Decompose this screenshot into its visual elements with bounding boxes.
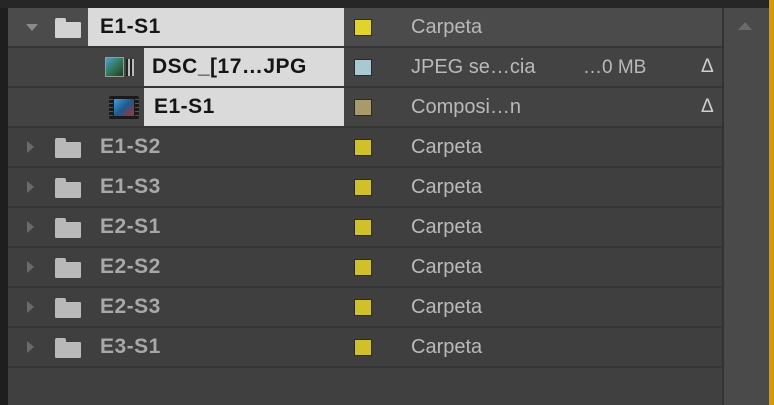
item-type: Carpeta xyxy=(411,296,483,318)
label-color-swatch[interactable] xyxy=(354,59,372,76)
item-name: E2-S2 xyxy=(100,255,161,278)
label-color-swatch[interactable] xyxy=(354,219,372,236)
list-item-folder-e1-s1[interactable]: E1-S1 Carpeta xyxy=(8,8,722,48)
folder-icon xyxy=(55,298,81,318)
list-item-folder-e2-s1[interactable]: E2-S1 Carpeta xyxy=(8,208,722,248)
list-item-folder-e3-s1[interactable]: E3-S1 Carpeta xyxy=(8,328,722,368)
item-type: Carpeta xyxy=(411,16,483,38)
label-color-swatch[interactable] xyxy=(354,19,372,36)
item-name-cell[interactable]: E2-S3 xyxy=(100,288,161,326)
label-color-swatch[interactable] xyxy=(354,139,372,156)
item-name: E1-S2 xyxy=(100,135,161,158)
folder-icon xyxy=(55,338,81,358)
item-type: Carpeta xyxy=(411,216,483,238)
label-color-swatch[interactable] xyxy=(354,299,372,316)
item-name-cell[interactable]: E1-S3 xyxy=(100,168,161,206)
folder-icon xyxy=(55,218,81,238)
item-name: E1-S1 xyxy=(154,95,215,118)
folder-icon xyxy=(55,18,81,38)
item-type: JPEG se…cia xyxy=(411,56,536,78)
item-name-cell[interactable]: E2-S1 xyxy=(100,208,161,246)
vertical-scrollbar[interactable] xyxy=(722,8,769,405)
item-size: …0 MB xyxy=(583,57,647,78)
panel-top-edge xyxy=(0,0,769,8)
scroll-up-arrow-icon[interactable] xyxy=(738,22,752,30)
item-name: E1-S1 xyxy=(100,15,161,38)
label-color-swatch[interactable] xyxy=(354,259,372,276)
folder-icon xyxy=(55,258,81,278)
item-name: E2-S1 xyxy=(100,215,161,238)
list-item-folder-e1-s2[interactable]: E1-S2 Carpeta xyxy=(8,128,722,168)
list-item-folder-e1-s3[interactable]: E1-S3 Carpeta xyxy=(8,168,722,208)
item-type: Carpeta xyxy=(411,336,483,358)
disclosure-triangle-closed-icon[interactable] xyxy=(27,221,34,233)
label-color-swatch[interactable] xyxy=(354,339,372,356)
disclosure-triangle-closed-icon[interactable] xyxy=(27,341,34,353)
item-name: DSC_[17…JPG xyxy=(152,55,307,78)
item-name: E3-S1 xyxy=(100,335,161,358)
folder-icon xyxy=(55,138,81,158)
item-type: Carpeta xyxy=(411,176,483,198)
list-item-folder-e2-s2[interactable]: E2-S2 Carpeta xyxy=(8,248,722,288)
item-name-cell[interactable]: E1-S1 xyxy=(88,8,344,46)
item-name: E1-S3 xyxy=(100,175,161,198)
list-item-folder-e2-s3[interactable]: E2-S3 Carpeta xyxy=(8,288,722,328)
item-name: E2-S3 xyxy=(100,295,161,318)
item-name-cell[interactable]: E2-S2 xyxy=(100,248,161,286)
item-type: Carpeta xyxy=(411,136,483,158)
item-type: Carpeta xyxy=(411,256,483,278)
composition-icon xyxy=(109,96,139,119)
label-color-swatch[interactable] xyxy=(354,179,372,196)
label-color-swatch[interactable] xyxy=(354,99,372,116)
folder-icon xyxy=(55,178,81,198)
disclosure-triangle-closed-icon[interactable] xyxy=(27,141,34,153)
item-name-cell[interactable]: E1-S2 xyxy=(100,128,161,166)
delta-icon: Δ xyxy=(701,56,714,77)
project-panel-frame: E1-S1 Carpeta DSC_[17…JPG JPEG se…cia …0… xyxy=(0,0,774,405)
disclosure-triangle-open-icon[interactable] xyxy=(26,24,38,31)
image-sequence-icon xyxy=(105,56,135,78)
disclosure-triangle-closed-icon[interactable] xyxy=(27,261,34,273)
item-name-cell[interactable]: E1-S1 xyxy=(144,88,344,126)
disclosure-triangle-closed-icon[interactable] xyxy=(27,301,34,313)
project-item-list: E1-S1 Carpeta DSC_[17…JPG JPEG se…cia …0… xyxy=(8,8,722,405)
item-type: Composi…n xyxy=(411,96,522,118)
delta-icon: Δ xyxy=(701,96,714,117)
list-item-image-sequence[interactable]: DSC_[17…JPG JPEG se…cia …0 MB Δ xyxy=(8,48,722,88)
item-name-cell[interactable]: DSC_[17…JPG xyxy=(144,48,344,86)
list-item-composition[interactable]: E1-S1 Composi…n Δ xyxy=(8,88,722,128)
item-name-cell[interactable]: E3-S1 xyxy=(100,328,161,366)
disclosure-triangle-closed-icon[interactable] xyxy=(27,181,34,193)
